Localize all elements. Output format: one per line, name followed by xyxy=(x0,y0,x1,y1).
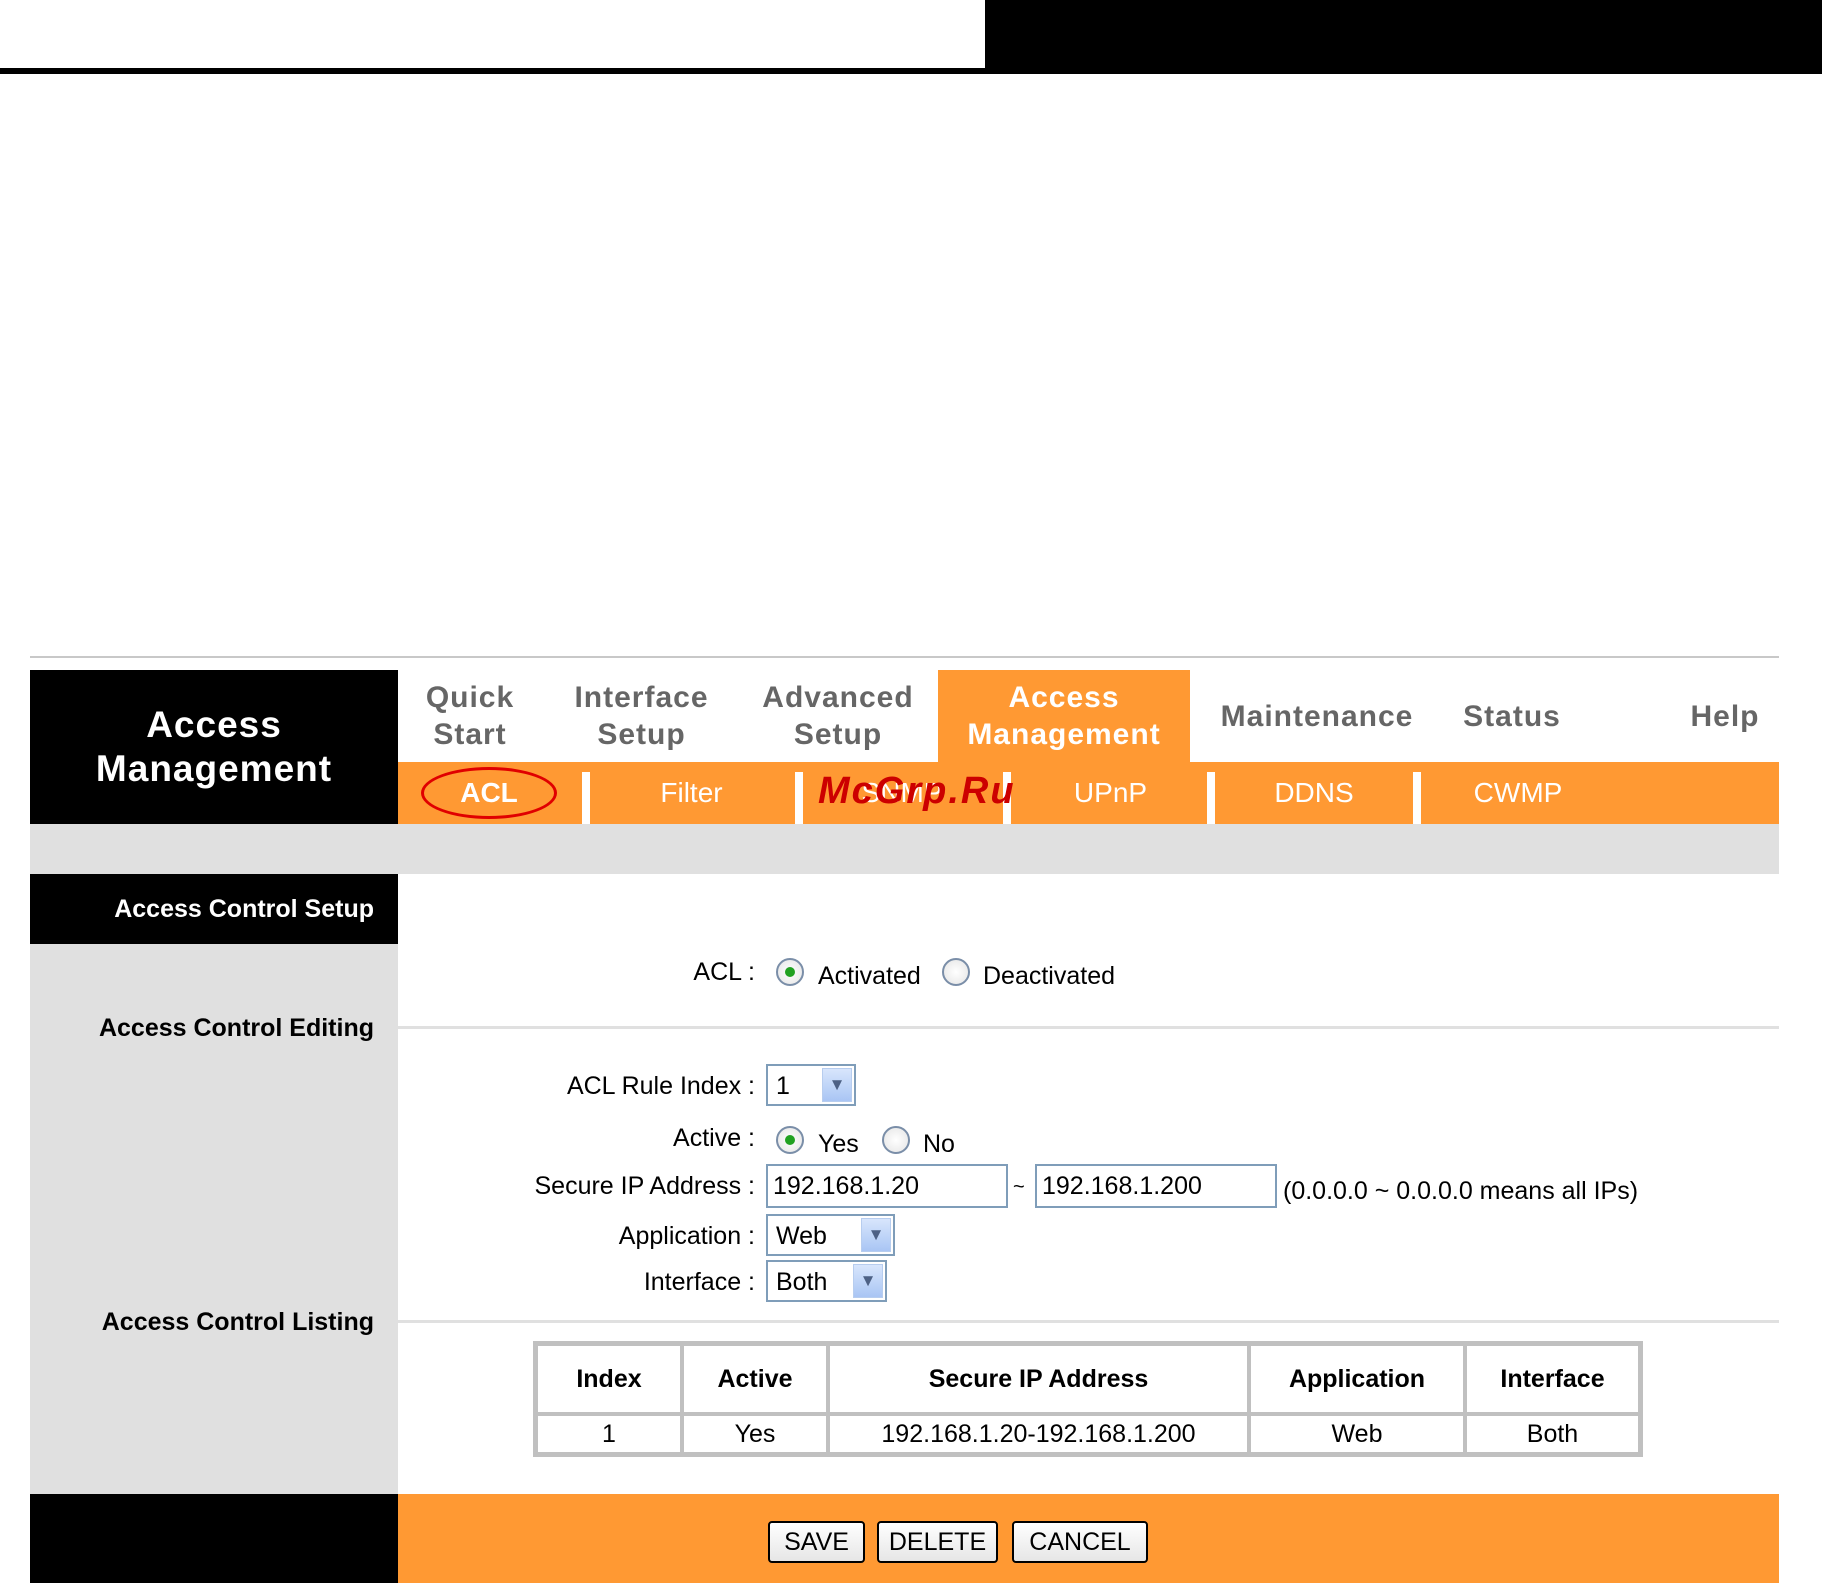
document-header-bar xyxy=(985,0,1822,73)
subnav-separator xyxy=(1413,772,1421,824)
ip-range-tilde: ~ xyxy=(1013,1176,1025,1198)
rule-index-label: ACL Rule Index : xyxy=(566,1072,755,1100)
tab-label: Help xyxy=(1690,699,1760,733)
subtab-upnp[interactable]: UPnP xyxy=(1011,762,1210,824)
chevron-down-icon: ▼ xyxy=(853,1264,883,1298)
acl-activated-label: Activated xyxy=(818,962,921,990)
active-no-label: No xyxy=(923,1130,955,1158)
ip-range-hint: (0.0.0.0 ~ 0.0.0.0 means all IPs) xyxy=(1283,1177,1639,1205)
application-select[interactable]: Web ▼ xyxy=(766,1214,895,1256)
cancel-button[interactable]: CANCEL xyxy=(1012,1521,1148,1563)
tab-maintenance[interactable]: Maintenance xyxy=(1212,670,1422,762)
cell-interface: Both xyxy=(1465,1414,1640,1454)
tab-interface-setup[interactable]: Interface Setup xyxy=(560,670,723,762)
tab-label: Interface xyxy=(574,681,709,714)
interface-label: Interface : xyxy=(643,1268,755,1296)
cell-application: Web xyxy=(1249,1414,1465,1454)
access-control-editing-label: Access Control Editing xyxy=(98,1014,374,1042)
acl-deactivated-label: Deactivated xyxy=(983,962,1116,990)
save-button[interactable]: SAVE xyxy=(768,1521,865,1563)
active-yes-radio[interactable] xyxy=(776,1126,804,1154)
chevron-down-icon: ▼ xyxy=(822,1068,852,1102)
tab-label: Maintenance xyxy=(1220,699,1414,733)
subtab-filter[interactable]: Filter xyxy=(590,762,793,824)
document-header-rule xyxy=(0,68,1822,74)
tab-status[interactable]: Status xyxy=(1450,670,1574,762)
acl-deactivated-radio[interactable] xyxy=(942,958,970,986)
cell-index: 1 xyxy=(536,1414,682,1454)
chevron-down-icon: ▼ xyxy=(861,1218,891,1252)
tab-label: Quick xyxy=(425,681,515,714)
footer-left-block xyxy=(30,1494,398,1583)
column-header-active: Active xyxy=(682,1344,828,1414)
column-header-secure-ip: Secure IP Address xyxy=(828,1344,1249,1414)
application-label: Application : xyxy=(618,1222,755,1250)
subnav-separator xyxy=(582,772,590,824)
column-header-application: Application xyxy=(1249,1344,1465,1414)
page-title: Access Management xyxy=(30,670,398,824)
cell-active: Yes xyxy=(682,1414,828,1454)
tab-help[interactable]: Help xyxy=(1680,670,1770,762)
interface-select[interactable]: Both ▼ xyxy=(766,1260,887,1302)
table-header-row: Index Active Secure IP Address Applicati… xyxy=(536,1344,1640,1414)
subtab-acl[interactable]: ACL xyxy=(421,762,557,824)
tab-quick-start[interactable]: Quick Start xyxy=(410,670,530,762)
access-control-listing-label: Access Control Listing xyxy=(101,1308,374,1336)
application-value: Web xyxy=(776,1222,827,1250)
tab-advanced-setup[interactable]: Advanced Setup xyxy=(748,670,928,762)
column-header-index: Index xyxy=(536,1344,682,1414)
section-divider xyxy=(398,1320,1779,1323)
access-control-table: Index Active Secure IP Address Applicati… xyxy=(533,1341,1643,1457)
spacer-band xyxy=(30,824,1779,874)
subtab-snmp[interactable]: SNMP xyxy=(803,762,1001,824)
interface-value: Both xyxy=(776,1268,828,1296)
acl-activated-radio[interactable] xyxy=(776,958,804,986)
rule-index-value: 1 xyxy=(776,1072,790,1100)
tab-label: Start xyxy=(433,718,507,751)
top-divider xyxy=(30,656,1779,658)
subnav-separator xyxy=(1207,772,1215,824)
tab-label: Setup xyxy=(793,718,883,751)
tab-label: Access xyxy=(1008,681,1120,714)
section-title: Access Control Setup xyxy=(30,874,398,944)
tab-label: Advanced xyxy=(762,681,914,714)
ip-start-input[interactable]: 192.168.1.20 xyxy=(766,1164,1008,1208)
acl-label: ACL : xyxy=(693,958,755,986)
delete-button[interactable]: DELETE xyxy=(877,1521,998,1563)
tab-label: Status xyxy=(1463,699,1561,733)
cell-secure-ip: 192.168.1.20-192.168.1.200 xyxy=(828,1414,1249,1454)
ip-end-input[interactable]: 192.168.1.200 xyxy=(1035,1164,1277,1208)
active-no-radio[interactable] xyxy=(882,1126,910,1154)
secure-ip-label: Secure IP Address : xyxy=(534,1172,756,1200)
active-label: Active : xyxy=(673,1124,755,1152)
column-header-interface: Interface xyxy=(1465,1344,1640,1414)
subnav-separator xyxy=(1003,772,1011,824)
active-yes-label: Yes xyxy=(818,1130,859,1158)
section-divider xyxy=(398,1026,1779,1029)
tab-access-management[interactable]: Access Management xyxy=(938,670,1190,762)
table-row: 1 Yes 192.168.1.20-192.168.1.200 Web Bot… xyxy=(536,1414,1640,1454)
page-title-line2: Management xyxy=(95,748,333,789)
tab-label: Setup xyxy=(597,718,686,751)
rule-index-select[interactable]: 1 ▼ xyxy=(766,1064,856,1106)
page-title-line1: Access xyxy=(146,704,282,745)
subnav-separator xyxy=(795,772,803,824)
tab-label: Management xyxy=(967,718,1161,751)
left-label-column xyxy=(30,874,398,1494)
subtab-cwmp[interactable]: CWMP xyxy=(1421,762,1615,824)
subtab-ddns[interactable]: DDNS xyxy=(1215,762,1413,824)
